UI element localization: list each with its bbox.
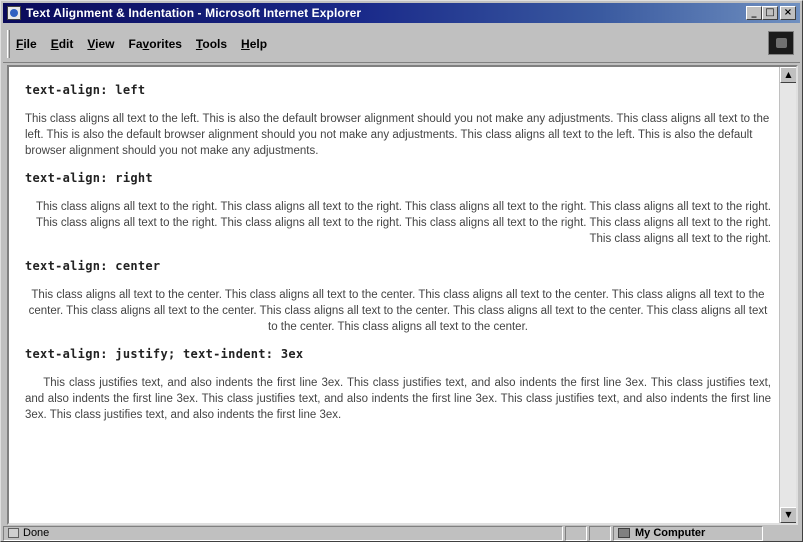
menu-favorites[interactable]: Favorites [129,37,182,51]
menu-edit[interactable]: Edit [51,37,74,51]
scroll-up-arrow-icon[interactable]: ▲ [780,67,796,83]
menu-tools[interactable]: Tools [196,37,227,51]
status-panel-2 [589,525,611,541]
page-viewport[interactable]: text-align: left This class aligns all t… [7,65,798,525]
window-controls: _ □ × [746,6,796,20]
computer-icon [618,528,630,538]
status-text: Done [23,527,50,539]
heading-align-justify: text-align: justify; text-indent: 3ex [25,347,304,361]
menu-help[interactable]: Help [241,37,267,51]
minimize-button[interactable]: _ [746,6,762,20]
ie-app-icon[interactable] [7,6,21,20]
heading-align-right: text-align: right [25,171,153,185]
paragraph-align-center: This class aligns all text to the center… [28,289,768,333]
paragraph-align-justify: This class justifies text, and also inde… [25,377,771,421]
zone-label: My Computer [635,527,706,539]
security-zone[interactable]: My Computer [613,525,763,541]
menu-file[interactable]: File [16,37,37,51]
scroll-down-arrow-icon[interactable]: ▼ [780,507,796,523]
page-content: text-align: left This class aligns all t… [9,67,779,523]
browser-window: Text Alignment & Indentation - Microsoft… [0,0,803,542]
heading-align-left: text-align: left [25,83,146,97]
vertical-scrollbar[interactable]: ▲ ▼ [779,67,796,523]
status-panel-1 [565,525,587,541]
paragraph-align-right: This class aligns all text to the right.… [35,201,771,245]
maximize-button[interactable]: □ [762,6,778,20]
status-bar: Done My Computer [3,525,800,541]
status-text-cell: Done [3,525,563,541]
close-button[interactable]: × [780,6,796,20]
menu-view[interactable]: View [87,37,114,51]
windows-logo-icon [768,31,794,55]
page-done-icon [8,528,19,538]
title-bar[interactable]: Text Alignment & Indentation - Microsoft… [3,3,800,23]
menu-bar: File Edit View Favorites Tools Help [3,25,800,63]
window-title: Text Alignment & Indentation - Microsoft… [26,6,362,20]
paragraph-align-left: This class aligns all text to the left. … [25,113,770,157]
heading-align-center: text-align: center [25,259,161,273]
toolbar-grip[interactable] [7,29,10,58]
